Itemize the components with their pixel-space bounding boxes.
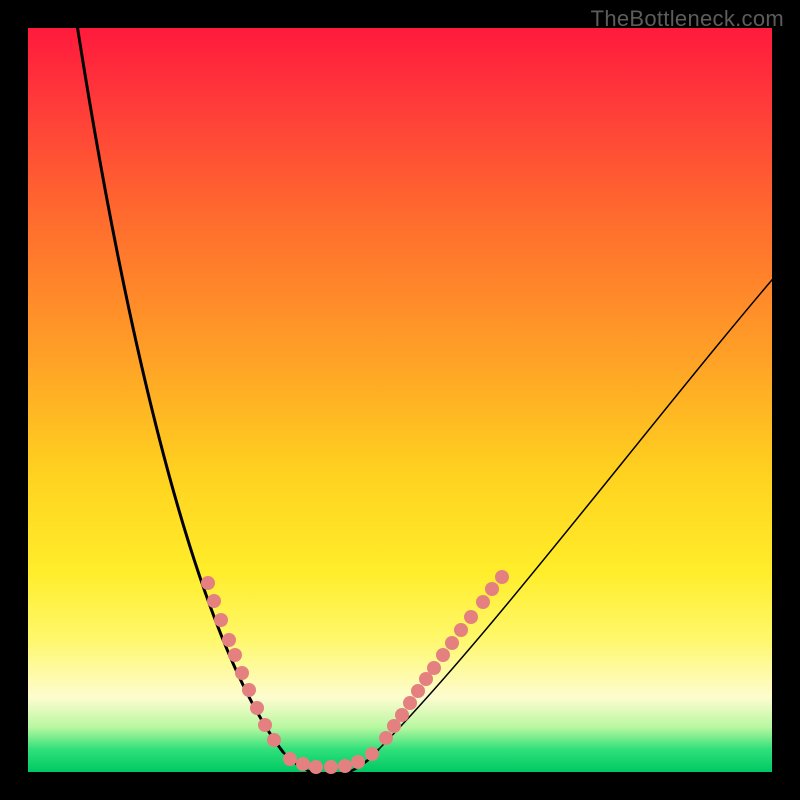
- marker-group-left: [201, 576, 281, 747]
- curve-right-branch: [378, 238, 800, 750]
- marker-group-right: [379, 570, 509, 745]
- marker-group-bottom: [283, 747, 379, 774]
- chart-plot-area: [28, 28, 772, 772]
- curve-left-branch: [76, 18, 283, 752]
- chart-svg: [28, 28, 772, 772]
- watermark-text: TheBottleneck.com: [591, 6, 784, 32]
